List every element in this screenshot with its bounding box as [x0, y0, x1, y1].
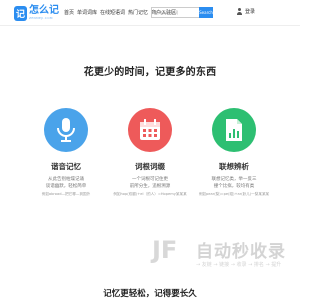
site-logo[interactable]: 记 怎么记 ZENMEJI.COM: [14, 4, 59, 22]
feature-root-affix[interactable]: 词根词缀 一个词根可记住更 前所分生，追根溯源 例如hop(双腿)+el（的人）…: [110, 108, 190, 197]
user-icon: [236, 8, 243, 15]
watermark: JF 自动秒收录 → 友链 → 链接 → 收录 → 排名 → 提升: [152, 234, 288, 274]
nav-item-popular[interactable]: 热门记忆: [128, 9, 148, 16]
watermark-title: 自动秒收录: [196, 242, 286, 262]
feature-association[interactable]: 联想辨析 联想记忆类，举一反三 撞个比拟，较均有类 例如pear(梨)=pe(碰…: [194, 108, 274, 197]
feature-desc-line: 前所分生，追根溯源: [129, 184, 171, 189]
feature-desc-line: 联想记忆类，举一反三: [211, 177, 257, 182]
feature-desc-line: 一个词根可记住更: [132, 177, 168, 182]
nav-item-phrases[interactable]: 在线短语词: [100, 9, 125, 16]
feature-title: 词根词缀: [135, 162, 165, 171]
login-link[interactable]: 登录: [236, 8, 255, 15]
feature-desc-line: 撞个比拟，较均有类: [213, 184, 255, 189]
header-bar: 记 怎么记 ZENMEJI.COM 首页 单词词库 在线短语词 热门记忆 商户入…: [0, 0, 300, 26]
microphone-icon: [44, 108, 88, 152]
nav-item-home[interactable]: 首页: [64, 9, 74, 16]
watermark-subtitle: → 友链 → 链接 → 收录 → 排名 → 提升: [196, 262, 282, 268]
feature-desc-line: 谈谐幽默，轻松简单: [45, 184, 87, 189]
hero-title: 花更少的时间，记更多的东西: [83, 67, 217, 78]
calendar-icon: [128, 108, 172, 152]
feature-example: 例如pear(梨)=pe(碰)+ar(卧儿)一梨某某某: [198, 192, 270, 196]
feature-homophone[interactable]: 谐音记忆 从此告别枯燥记诵 谈谐幽默，轻松简单 例如abroad—把它哪—到国外: [26, 108, 106, 197]
logo-icon: 记: [14, 5, 27, 21]
login-label: 登录: [245, 9, 256, 15]
feature-example: 例如abroad—把它哪—到国外: [41, 192, 91, 196]
feature-desc-line: 从此告别枯燥记诵: [48, 177, 84, 182]
logo-text: 怎么记: [29, 5, 59, 16]
feature-example: 例如hop(双腿)+el（的人）=Hopemy某某某: [113, 192, 187, 196]
logo-subtext: ZENMEJI.COM: [29, 16, 53, 20]
watermark-logo: JF: [152, 236, 178, 264]
document-chart-icon: [212, 108, 256, 152]
nav-item-word-bank[interactable]: 单词词库: [77, 9, 97, 16]
feature-title: 谐音记忆: [51, 162, 81, 171]
feature-title: 联想辨析: [219, 162, 249, 171]
footer-slogan: 记忆更轻松，记得要长久: [103, 289, 197, 299]
search-button[interactable]: Search: [199, 7, 213, 18]
